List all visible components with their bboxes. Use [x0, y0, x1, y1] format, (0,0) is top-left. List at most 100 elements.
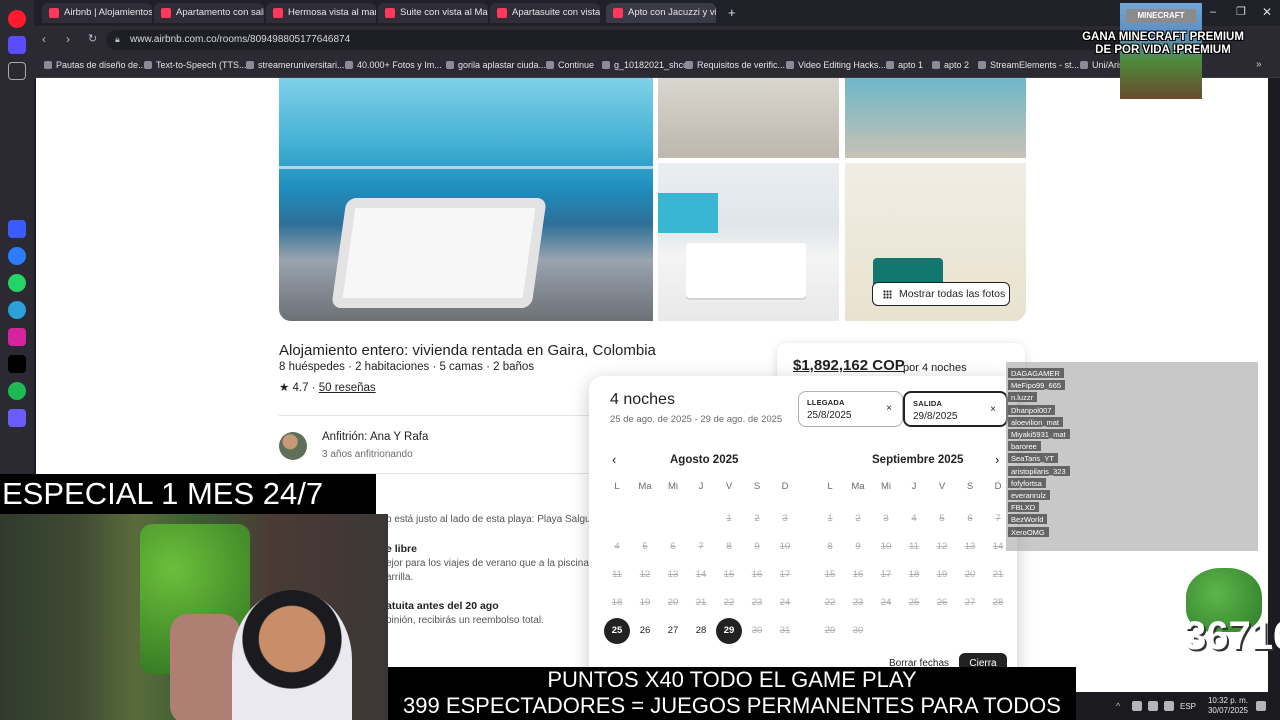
day-sep-13: 13 — [964, 541, 976, 552]
player-icon[interactable] — [8, 409, 26, 427]
back-icon[interactable]: ‹ — [42, 32, 46, 46]
day-aug-24: 24 — [779, 597, 791, 608]
photo-bedroom[interactable] — [658, 163, 839, 321]
bookmark[interactable]: Pautas de diseño de... — [44, 60, 146, 70]
maximize-icon[interactable]: ❐ — [1236, 5, 1246, 18]
day-aug-26[interactable]: 26 — [632, 618, 658, 644]
chat-username: Miyaki5931_mat — [1008, 429, 1070, 439]
clear-checkout-icon[interactable]: × — [990, 404, 996, 415]
host-avatar[interactable] — [279, 432, 307, 460]
clear-checkin-icon[interactable]: × — [886, 403, 892, 414]
photo-jacuzzi-sea-view[interactable] — [279, 78, 653, 321]
day-sep-18: 18 — [908, 569, 920, 580]
day-aug-23: 23 — [751, 597, 763, 608]
chat-username: aloevilion_mat — [1008, 416, 1063, 427]
clock-date: 30/07/2025 — [1207, 706, 1248, 715]
whatsapp-icon[interactable] — [8, 274, 26, 292]
day-aug-15: 15 — [723, 569, 735, 580]
day-aug-8: 8 — [726, 541, 732, 552]
close-window-icon[interactable]: ✕ — [1262, 5, 1272, 19]
day-aug-29[interactable]: 29 — [716, 618, 742, 644]
host-name: Anfitrión: Ana Y Rafa — [322, 431, 429, 443]
aria-icon[interactable] — [8, 220, 26, 238]
x-icon[interactable] — [8, 355, 26, 373]
photo-kitchen-bar[interactable] — [658, 78, 839, 158]
bookmark[interactable]: gorila aplastar ciuda... — [446, 60, 546, 70]
tray-chevron-icon[interactable]: ^ — [1116, 701, 1126, 711]
day-aug-31: 31 — [779, 625, 791, 636]
reviews-link[interactable]: 50 reseñas — [319, 382, 376, 394]
bookmark[interactable]: Uni/Aris — [1080, 60, 1124, 70]
volume-icon[interactable] — [1164, 701, 1174, 711]
bookmark[interactable]: streameruniversitari... — [246, 60, 345, 70]
bookmark[interactable]: apto 2 — [932, 60, 969, 70]
chat-username: baroree — [1008, 441, 1041, 452]
network-icon[interactable] — [1148, 701, 1158, 711]
chat-username: n.luzzr — [1008, 392, 1038, 403]
day-aug-17: 17 — [779, 569, 791, 580]
nights-count: 4 noches — [610, 391, 675, 408]
star-icon[interactable] — [8, 62, 26, 80]
bookmark[interactable]: Video Editing Hacks... — [786, 60, 886, 70]
bookmark[interactable]: Requisitos de verific... — [685, 60, 785, 70]
price[interactable]: $1,892,162 COP — [793, 357, 905, 374]
next-month-icon[interactable]: › — [995, 452, 999, 467]
weekday-sep-5: S — [966, 481, 974, 492]
day-sep-2: 2 — [855, 513, 861, 524]
show-all-photos-button[interactable]: Mostrar todas las fotos — [872, 282, 1010, 306]
telegram-icon[interactable] — [8, 301, 26, 319]
tab-1[interactable]: Airbnb | Alojamientos vac — [42, 3, 152, 23]
home-icon[interactable] — [8, 36, 26, 54]
prev-month-icon[interactable]: ‹ — [612, 452, 616, 467]
clock[interactable]: 10:32 p. m. 30/07/2025 — [1204, 696, 1248, 716]
bookmark[interactable]: g_10182021_shcc — [602, 60, 688, 70]
new-tab-icon[interactable]: + — [728, 5, 736, 20]
messenger-icon[interactable] — [8, 247, 26, 265]
reload-icon[interactable]: ↻ — [88, 32, 97, 45]
highlight-outdoor-title: e libre — [386, 543, 417, 555]
weekday-aug-6: D — [781, 481, 789, 492]
highlight-cancel-text: pinión, recibirás un reembolso total. — [386, 615, 544, 626]
url-text: www.airbnb.com.co/rooms/8094988051776468… — [130, 34, 351, 45]
bookmark[interactable]: StreamElements - st... — [978, 60, 1079, 70]
checkout-field[interactable]: SALIDA 29/8/2025 × — [903, 391, 1008, 427]
tab-3[interactable]: Hermosa vista al mar frent — [266, 3, 376, 23]
address-bar[interactable]: 🔒︎ www.airbnb.com.co/rooms/8094988051776… — [106, 30, 1136, 50]
keyboard-language[interactable]: ESP — [1180, 702, 1196, 711]
tab-2[interactable]: Apartamento con salida d — [154, 3, 264, 23]
bookmark[interactable]: Continue — [546, 60, 594, 70]
day-aug-25[interactable]: 25 — [604, 618, 630, 644]
day-sep-26: 26 — [936, 597, 948, 608]
checkin-field[interactable]: LLEGADA 25/8/2025 × — [798, 391, 903, 427]
weekday-aug-4: V — [725, 481, 733, 492]
opera-logo-icon[interactable] — [8, 10, 26, 28]
day-aug-28[interactable]: 28 — [688, 618, 714, 644]
day-sep-30: 30 — [852, 625, 864, 636]
airbnb-favicon-icon — [497, 8, 507, 18]
tab-5[interactable]: Apartasuite con vista al m — [490, 3, 600, 23]
instagram-icon[interactable] — [8, 328, 26, 346]
listing-title: Alojamiento entero: vivienda rentada en … — [279, 342, 656, 359]
tab-4[interactable]: Suite con vista al Mar+Jac — [378, 3, 488, 23]
day-aug-10: 10 — [779, 541, 791, 552]
photo-pool[interactable] — [845, 78, 1026, 158]
points-counter: 36716 — [1184, 614, 1280, 658]
bookmark[interactable]: Text-to-Speech (TTS... — [144, 60, 247, 70]
more-bookmarks-icon[interactable]: » — [1256, 59, 1262, 70]
day-sep-1: 1 — [827, 513, 833, 524]
spotify-icon[interactable] — [8, 382, 26, 400]
tab-6-active[interactable]: Apto con Jacuzzi y vista a — [606, 3, 716, 23]
day-aug-22: 22 — [723, 597, 735, 608]
forward-icon[interactable]: › — [66, 32, 70, 46]
minimize-icon[interactable]: – — [1210, 6, 1216, 18]
day-sep-16: 16 — [852, 569, 864, 580]
day-aug-27[interactable]: 27 — [660, 618, 686, 644]
microphone-icon[interactable] — [1132, 701, 1142, 711]
notifications-icon[interactable] — [1256, 701, 1266, 711]
day-sep-25: 25 — [908, 597, 920, 608]
bookmark[interactable]: apto 1 — [886, 60, 923, 70]
tab-strip: Airbnb | Alojamientos vac Apartamento co… — [34, 0, 1280, 26]
minecraft-logo: MINECRAFT — [1126, 9, 1196, 23]
bookmark[interactable]: 40.000+ Fotos y Im... — [345, 60, 442, 70]
chat-username: XeroOMG — [1008, 526, 1049, 537]
